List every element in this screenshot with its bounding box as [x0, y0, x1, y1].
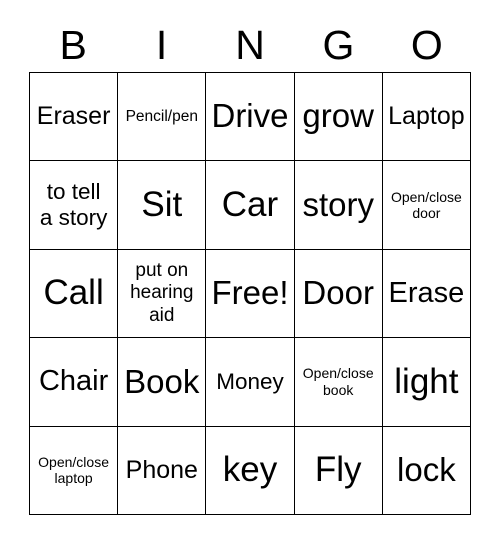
bingo-cell-label: lock: [397, 450, 456, 488]
bingo-cell[interactable]: Money: [206, 338, 295, 427]
header-letter-o: O: [410, 21, 443, 68]
bingo-cell-label: Open/close book: [302, 365, 374, 398]
bingo-cell-label: Eraser: [36, 101, 111, 130]
bingo-cell-label: grow: [302, 97, 374, 135]
bingo-cell[interactable]: put on hearing aid: [118, 249, 207, 339]
bingo-cell[interactable]: Drive: [206, 73, 295, 162]
bingo-cell[interactable]: Call: [30, 249, 119, 339]
bingo-cell-label: Phone: [125, 455, 198, 484]
bingo-cell[interactable]: Car: [206, 161, 295, 250]
bingo-cell[interactable]: Chair: [30, 338, 119, 427]
bingo-cell-label: Sit: [141, 185, 183, 225]
bingo-cell[interactable]: Phone: [118, 426, 207, 515]
bingo-cell-label: Laptop: [388, 101, 465, 130]
bingo-cell-label: to tell a story: [39, 179, 108, 231]
header-letter-n: N: [235, 21, 265, 68]
bingo-cell[interactable]: story: [294, 161, 383, 250]
bingo-cell[interactable]: grow: [294, 73, 383, 162]
bingo-cell-label: Door: [302, 274, 374, 312]
bingo-grid: Eraser Pencil/pen Drive grow Laptop to t…: [29, 72, 471, 515]
bingo-cell-label: Book: [124, 362, 200, 400]
bingo-cell-label: Money: [216, 368, 284, 394]
bingo-cell[interactable]: Open/close book: [294, 338, 383, 427]
bingo-cell[interactable]: Eraser: [30, 73, 119, 162]
bingo-cell-label: Open/close door: [390, 188, 462, 222]
bingo-cell-label: Pencil/pen: [125, 107, 198, 125]
bingo-cell-label: key: [222, 450, 278, 490]
bingo-cell[interactable]: lock: [382, 426, 471, 515]
bingo-cell[interactable]: Erase: [382, 249, 471, 339]
bingo-free-space-label: Free!: [211, 274, 289, 312]
bingo-cell[interactable]: Fly: [294, 426, 383, 515]
bingo-cell[interactable]: Open/close laptop: [30, 426, 119, 515]
bingo-cell-label: Fly: [314, 450, 362, 490]
bingo-cell[interactable]: Sit: [118, 161, 207, 250]
bingo-cell-label: put on hearing aid: [130, 259, 194, 326]
bingo-cell-label: Drive: [211, 97, 289, 135]
bingo-cell[interactable]: Pencil/pen: [118, 73, 207, 162]
bingo-cell[interactable]: key: [206, 426, 295, 515]
header-letter-b: B: [59, 21, 87, 68]
bingo-cell[interactable]: Door: [294, 249, 383, 339]
bingo-cell-label: Open/close laptop: [38, 453, 109, 487]
bingo-cell-label: Chair: [38, 365, 109, 398]
bingo-cell[interactable]: Open/close door: [382, 161, 471, 250]
bingo-cell[interactable]: light: [382, 338, 471, 427]
bingo-cell[interactable]: Laptop: [382, 73, 471, 162]
bingo-cell-label: Car: [221, 185, 279, 225]
header-letter-g: G: [322, 21, 355, 68]
bingo-cell-label: story: [302, 185, 374, 223]
bingo-card: B I N G O Eraser Pencil/pen Drive grow L…: [0, 0, 500, 544]
bingo-cell-label: Call: [43, 273, 104, 313]
header-letter-i: I: [155, 21, 168, 68]
bingo-free-space[interactable]: Free!: [206, 249, 295, 339]
bingo-cell[interactable]: to tell a story: [30, 161, 119, 250]
bingo-header-row: B I N G O: [29, 18, 471, 72]
bingo-cell[interactable]: Book: [118, 338, 207, 427]
bingo-cell-label: Erase: [388, 276, 465, 309]
bingo-cell-label: light: [394, 361, 459, 401]
